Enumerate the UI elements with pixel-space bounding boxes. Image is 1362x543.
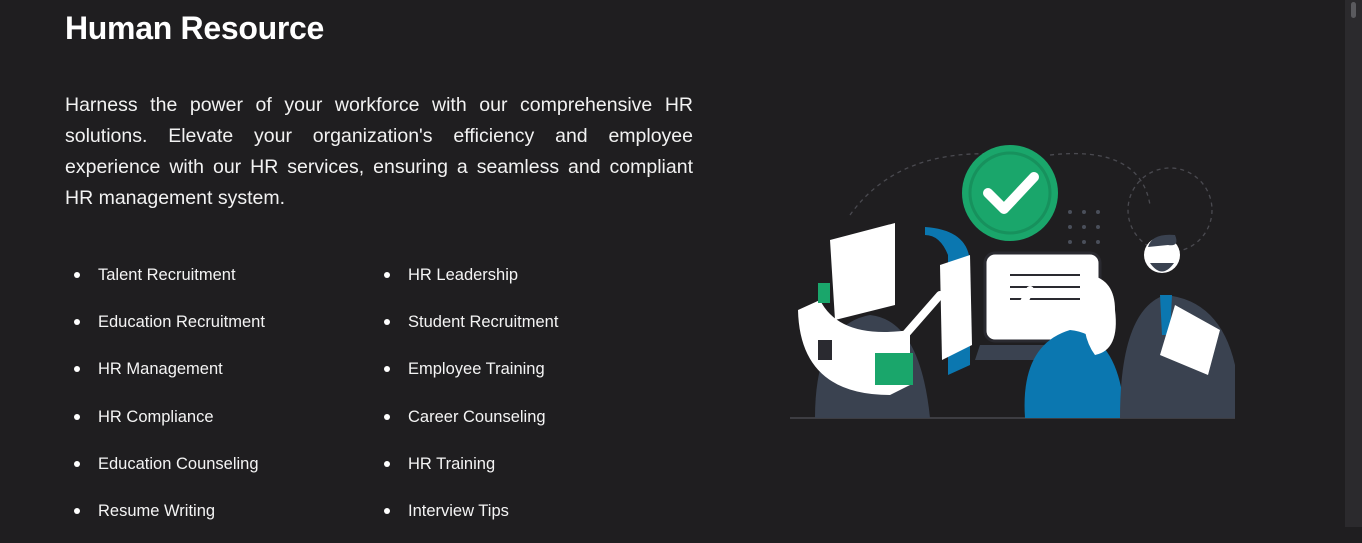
list-item: Interview Tips [380,496,558,543]
document-panels [798,223,972,395]
services-list-right: HR Leadership Student Recruitment Employ… [380,260,558,543]
list-item: HR Compliance [70,402,265,449]
list-item: HR Management [70,354,265,401]
list-item: Education Recruitment [70,307,265,354]
list-item: Resume Writing [70,496,265,543]
dots-pattern [1068,210,1100,244]
scrollbar-thumb[interactable] [1351,2,1356,18]
section-description: Harness the power of your workforce with… [65,94,693,209]
list-item: HR Leadership [380,260,558,307]
man-figure-right [1120,234,1235,418]
checkmark-icon [962,145,1058,241]
list-item: Talent Recruitment [70,260,265,307]
list-item: Career Counseling [380,402,558,449]
list-item: Employee Training [380,354,558,401]
list-item: Student Recruitment [380,307,558,354]
list-item: HR Training [380,449,558,496]
list-item: Education Counseling [70,449,265,496]
hr-illustration [790,145,1235,419]
page-title: Human Resource [65,10,324,46]
page-scrollbar[interactable] [1345,0,1362,527]
services-list-left: Talent Recruitment Education Recruitment… [70,260,265,543]
